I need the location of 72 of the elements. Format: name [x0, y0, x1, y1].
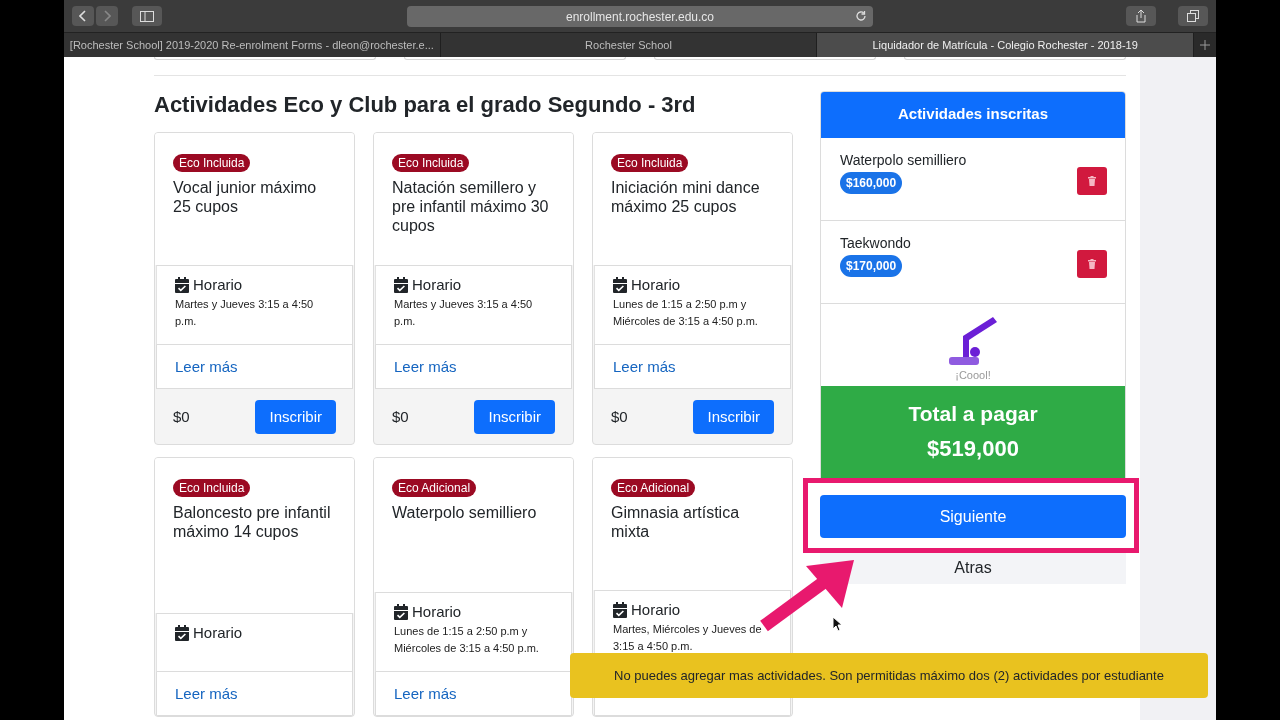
next-button[interactable]: Siguiente	[820, 495, 1126, 538]
schedule-label: Horario	[631, 276, 681, 293]
enroll-button[interactable]: Inscribir	[255, 399, 336, 434]
browser-tab[interactable]: Rochester School	[440, 33, 818, 57]
url-text: enrollment.rochester.edu.co	[565, 9, 715, 24]
back-button[interactable]	[72, 6, 94, 26]
activity-title: Iniciación mini dance máximo 25 cupos	[611, 178, 761, 216]
schedule-label: Horario	[412, 603, 462, 620]
reload-icon[interactable]	[855, 10, 867, 22]
read-more-link[interactable]: Leer más	[394, 358, 457, 375]
price-badge: $170,000	[840, 255, 903, 277]
schedule-label: Horario	[412, 276, 462, 293]
delete-button[interactable]	[1077, 250, 1107, 278]
category-badge: Eco Incluida	[611, 154, 689, 172]
activity-title: Vocal junior máximo 25 cupos	[173, 178, 318, 216]
address-bar[interactable]: enrollment.rochester.edu.co	[407, 6, 873, 27]
section-heading: Actividades Eco y Club para el grado Segundo - 3rd	[154, 91, 697, 118]
sidebar-icon	[140, 10, 154, 22]
trash-icon	[1088, 259, 1096, 269]
activity-title: Gimnasia artística mixta	[611, 503, 741, 541]
browser-tab[interactable]: [Rochester School] 2019-2020 Re-enrolment Forms - dleon@rochester.e...	[64, 33, 441, 57]
activity-title: Waterpolo semilliero	[392, 503, 538, 522]
browser-tab[interactable]: Liquidador de Matrícula - Colegio Rochester - 2018-19	[817, 33, 1194, 57]
total-label: Total a pagar	[907, 402, 1039, 426]
share-button[interactable]	[1126, 6, 1156, 26]
calendar-check-icon	[175, 624, 189, 641]
schedule-text: Martes y Jueves 3:15 a 4:50 p.m.	[175, 297, 315, 329]
category-badge: Eco Adicional	[392, 479, 477, 497]
calendar-check-icon	[613, 601, 627, 618]
category-badge: Eco Incluida	[392, 154, 470, 172]
price-badge: $160,000	[840, 172, 903, 194]
activity-title: Natación semillero y pre infantil máximo 30 cupos	[392, 178, 550, 235]
sidebar-button[interactable]	[132, 6, 162, 26]
tabs-icon	[1187, 10, 1199, 22]
schedule-text: Martes, Miércoles y Jueves de 3:15 a 4:50 p.m.	[613, 622, 763, 654]
cursor-icon	[832, 616, 842, 632]
schedule-label: Horario	[631, 601, 681, 618]
schedule-text: Martes y Jueves 3:15 a 4:50 p.m.	[394, 297, 534, 329]
calendar-check-icon	[394, 276, 408, 293]
category-badge: Eco Adicional	[611, 479, 696, 497]
read-more-link[interactable]: Leer más	[175, 685, 238, 702]
price-text: $0	[611, 408, 628, 425]
calendar-check-icon	[175, 276, 189, 293]
chevron-left-icon	[79, 10, 87, 22]
activity-name: Waterpolo semilliero	[840, 152, 967, 168]
read-more-link[interactable]: Leer más	[613, 358, 676, 375]
chevron-right-icon	[103, 10, 111, 22]
price-text: $0	[173, 408, 190, 425]
schedule-label: Horario	[193, 624, 243, 641]
activity-name: Taekwondo	[840, 235, 911, 251]
category-badge: Eco Incluida	[173, 479, 251, 497]
read-more-link[interactable]: Leer más	[175, 358, 238, 375]
schedule-text: Lunes de 1:15 a 2:50 p.m y Miércoles de 3:15 a 4:50 p.m.	[394, 624, 540, 656]
delete-button[interactable]	[1077, 167, 1107, 195]
calendar-check-icon	[394, 603, 408, 620]
activity-title: Baloncesto pre infantil máximo 14 cupos	[173, 503, 332, 541]
schedule-label: Horario	[193, 276, 243, 293]
category-badge: Eco Incluida	[173, 154, 251, 172]
read-more-link[interactable]: Leer más	[394, 685, 457, 702]
animation-caption: ¡Coool!	[955, 369, 991, 381]
calendar-check-icon	[613, 276, 627, 293]
share-icon	[1135, 9, 1147, 23]
schedule-text: Lunes de 1:15 a 2:50 p.m y Miércoles de 3:15 a 4:50 p.m.	[613, 297, 759, 329]
new-tab-icon[interactable]	[1200, 40, 1210, 50]
enroll-button[interactable]: Inscribir	[474, 399, 555, 434]
trash-icon	[1088, 176, 1096, 186]
price-text: $0	[392, 408, 409, 425]
panel-header: Actividades inscritas	[821, 92, 1125, 138]
warning-toast: No puedes agregar mas actividades. Son permitidas máximo dos (2) actividades por estudiante	[570, 653, 1208, 698]
enroll-button[interactable]: Inscribir	[693, 399, 774, 434]
total-amount: $519,000	[926, 436, 1020, 462]
tabs-button[interactable]	[1178, 6, 1208, 26]
